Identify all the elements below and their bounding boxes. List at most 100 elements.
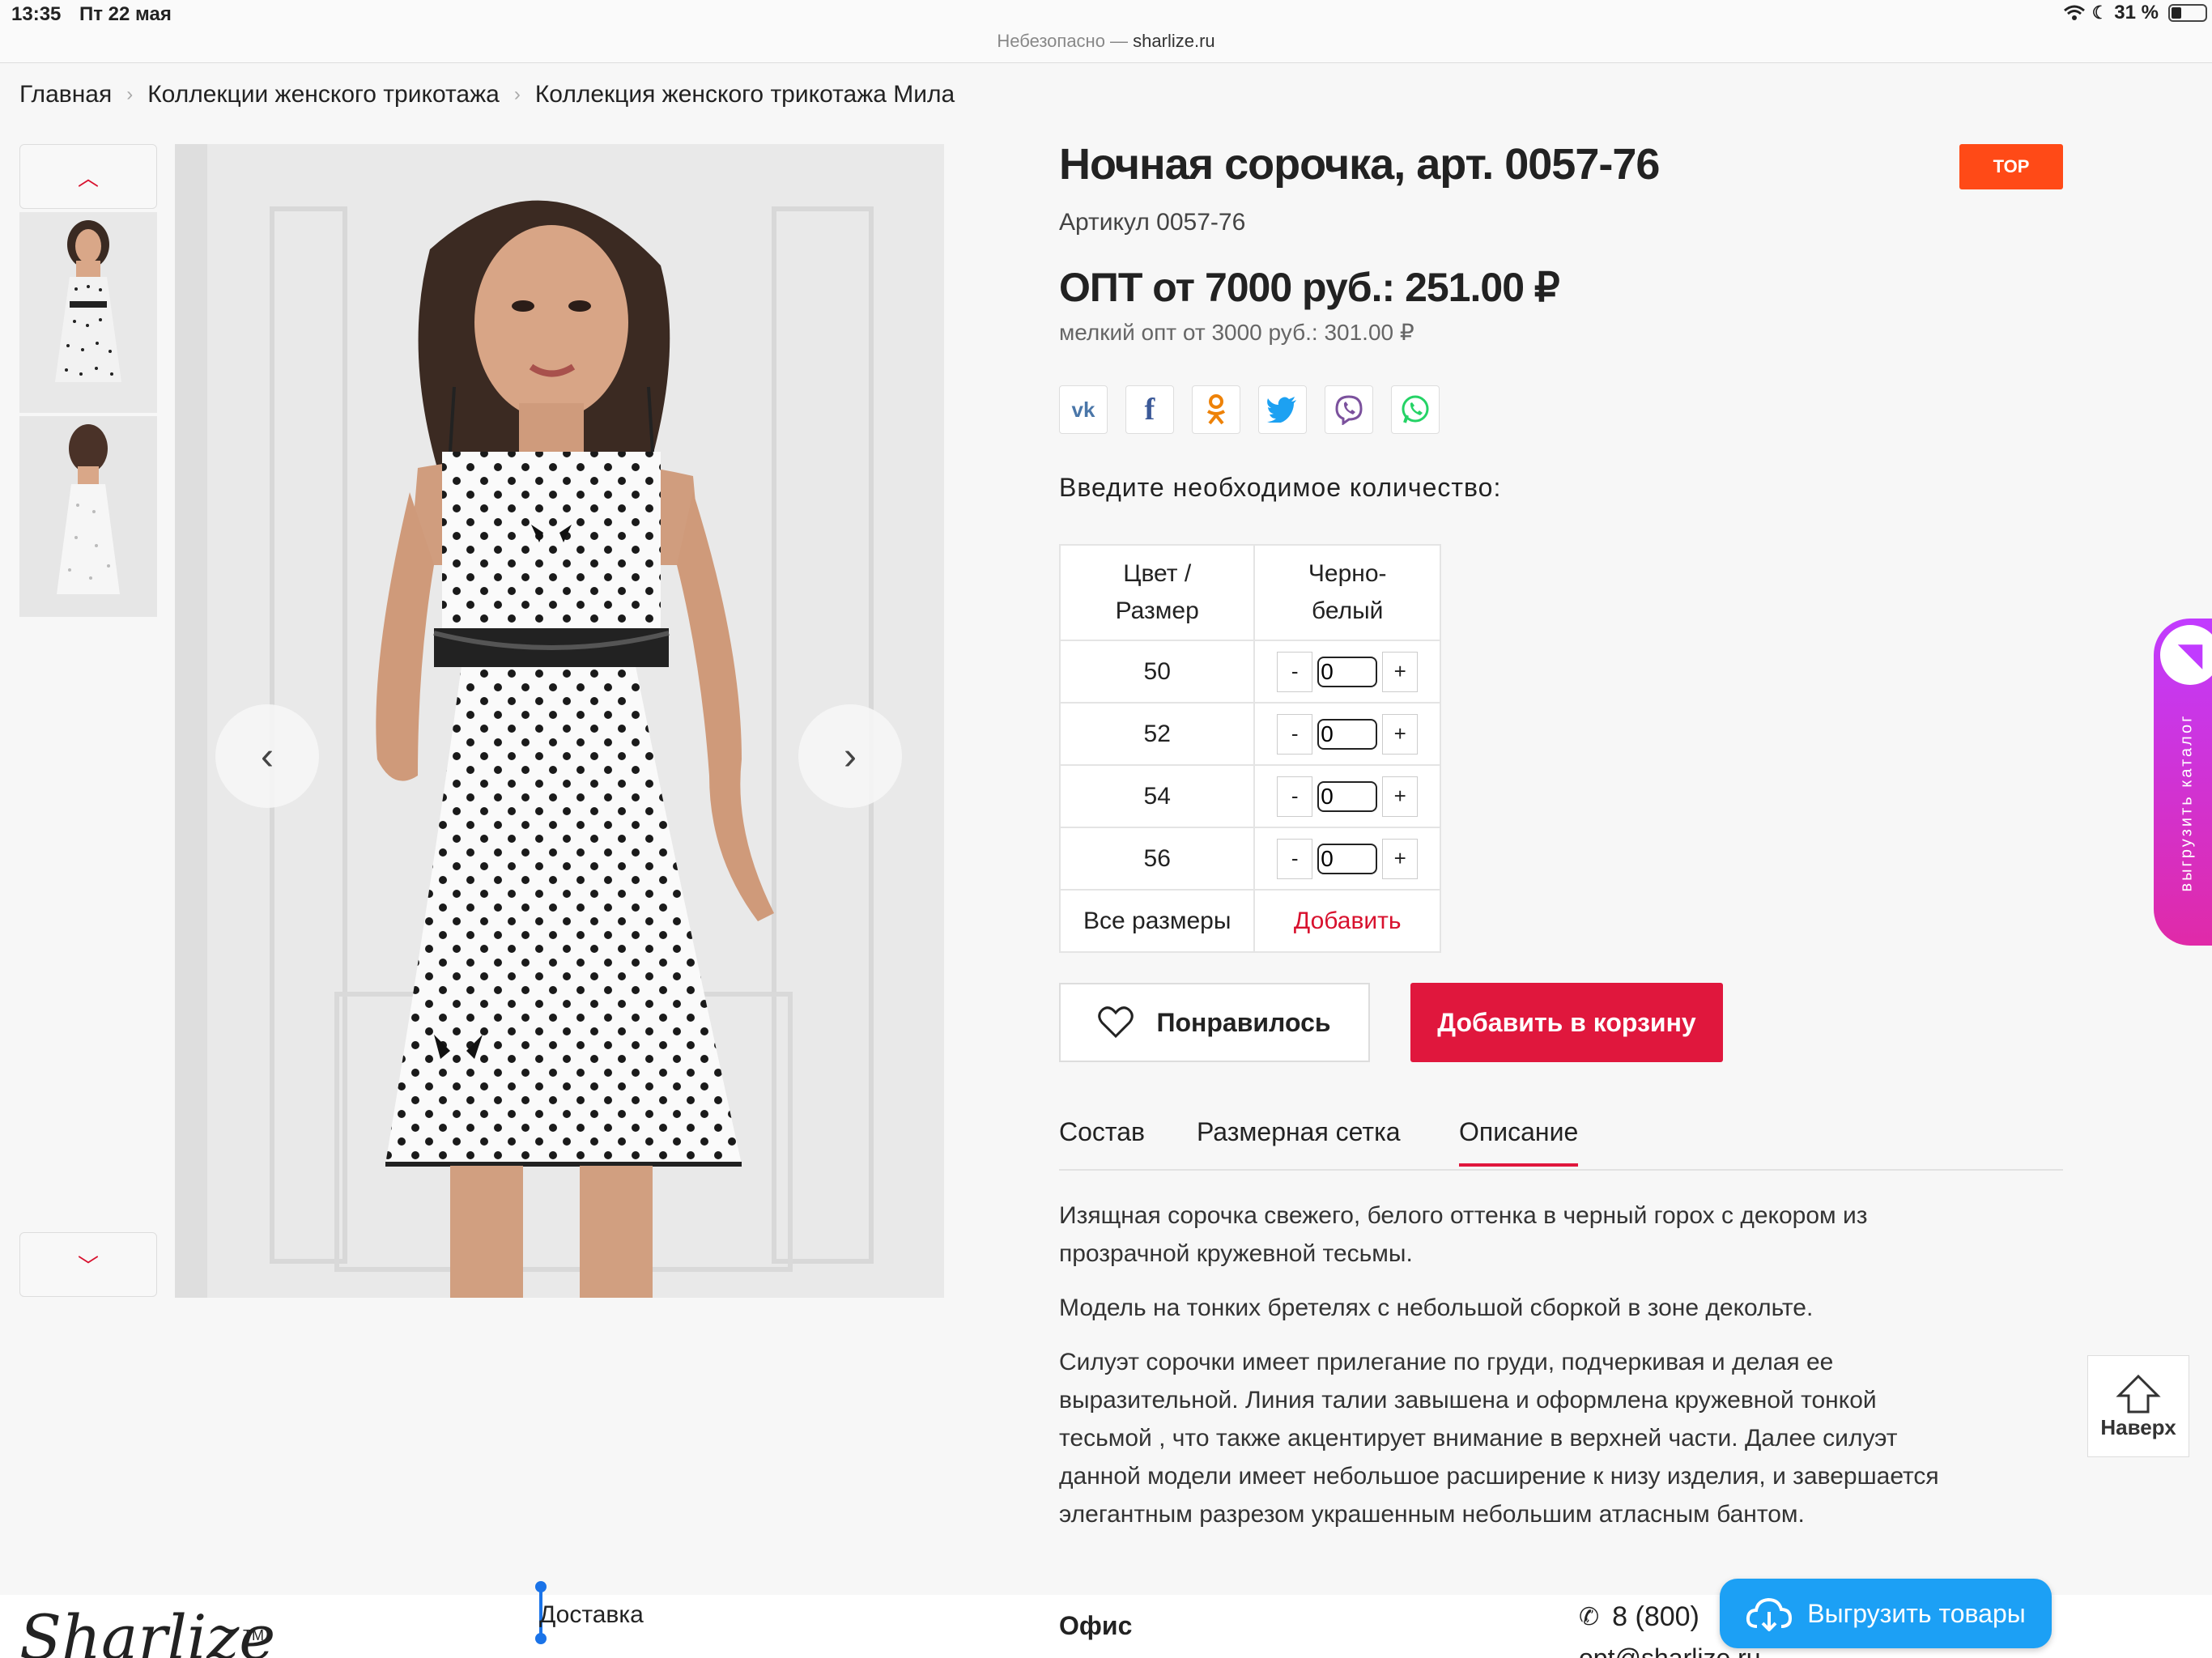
header-color-black-white: Черно-белый [1253, 544, 1441, 641]
thumbnail-back[interactable] [19, 416, 157, 617]
export-products-label: Выгрузить товары [1807, 1598, 2026, 1628]
top-badge: TOP [1959, 144, 2063, 189]
table-row: 56 -+ [1058, 827, 1441, 891]
wifi-icon [2063, 5, 2085, 20]
increment-button[interactable]: + [1382, 713, 1419, 755]
facebook-share-button[interactable]: f [1125, 385, 1174, 434]
thumbnail-front[interactable] [19, 212, 157, 413]
footer-office-heading: Офис [1059, 1611, 1133, 1640]
image-prev-button[interactable]: ‹ [215, 704, 319, 808]
breadcrumb-separator-icon: › [126, 83, 134, 105]
description-paragraph: Изящная сорочка свежего, белого оттенка … [1059, 1202, 1868, 1267]
product-main-image: ‹ › [175, 144, 944, 1298]
battery-percent: 31 % [2114, 2, 2159, 23]
quantity-stepper: -+ [1255, 651, 1440, 692]
quantity-input[interactable] [1317, 718, 1378, 750]
facebook-icon: f [1144, 393, 1155, 427]
site-logo[interactable]: Sharlize [19, 1601, 275, 1658]
quantity-stepper: -+ [1255, 776, 1440, 817]
table-row: 54 -+ [1058, 764, 1441, 828]
status-indicators: ☾ 31 % [2063, 2, 2207, 24]
chevron-up-icon: ︿ [77, 165, 99, 190]
product-description: Изящная сорочка свежего, белого оттенка … [1059, 1197, 1974, 1550]
url-host: sharlize.ru [1133, 31, 1215, 51]
increment-button[interactable]: + [1382, 838, 1419, 879]
decrement-button[interactable]: - [1277, 713, 1313, 755]
twitter-share-button[interactable] [1258, 385, 1307, 434]
add-to-cart-button[interactable]: Добавить в корзину [1410, 983, 1723, 1062]
wholesale-price: ОПТ от 7000 руб.: 251.00 ₽ [1059, 265, 1560, 310]
address-bar[interactable]: Небезопасно — sharlize.ru [0, 31, 2212, 52]
like-button[interactable]: Понравилось [1059, 983, 1370, 1062]
thumbnail-front-image [19, 212, 157, 413]
quantity-input[interactable] [1317, 656, 1378, 687]
footer-delivery-link[interactable]: Доставка [539, 1601, 644, 1629]
thumb-up-button[interactable]: ︿ [19, 144, 157, 209]
scroll-to-top-button[interactable]: Наверх [2087, 1355, 2189, 1457]
tab-size-chart[interactable]: Размерная сетка [1197, 1117, 1401, 1147]
whatsapp-share-button[interactable] [1391, 385, 1440, 434]
size-cell: 54 [1058, 764, 1256, 828]
odnoklassniki-share-button[interactable] [1192, 385, 1240, 434]
quantity-stepper: -+ [1255, 838, 1440, 879]
quantity-input[interactable] [1317, 843, 1378, 874]
viber-share-button[interactable] [1325, 385, 1373, 434]
decrement-button[interactable]: - [1277, 838, 1313, 879]
quantity-stepper: -+ [1255, 713, 1440, 755]
vk-icon: vk [1071, 397, 1095, 422]
header-colorname-2: белый [1312, 597, 1384, 624]
battery-icon [2168, 4, 2207, 22]
whatsapp-icon [1402, 395, 1429, 423]
breadcrumb-home[interactable]: Главная [19, 81, 112, 108]
status-bar: 13:35 Пт 22 мая Небезопасно — sharlize.r… [0, 0, 2212, 63]
breadcrumb-current[interactable]: Коллекция женского трикотажа Мила [535, 81, 955, 108]
quantity-table: Цвет /Размер Черно-белый 50 -+ 52 -+ 54 … [1058, 544, 1441, 953]
table-row: 52 -+ [1058, 702, 1441, 766]
size-cell: 50 [1058, 640, 1256, 704]
tab-description[interactable]: Описание [1459, 1117, 1579, 1167]
image-next-button[interactable]: › [798, 704, 902, 808]
cloud-download-icon [1746, 1597, 1793, 1631]
odnoklassniki-icon [1206, 394, 1226, 425]
like-button-label: Понравилось [1156, 1007, 1331, 1037]
export-products-button[interactable]: Выгрузить товары [1720, 1579, 2052, 1648]
header-color-size: Цвет / Размер [1058, 544, 1256, 641]
decrement-button[interactable]: - [1277, 651, 1313, 692]
increment-button[interactable]: + [1382, 651, 1419, 692]
breadcrumb-collections[interactable]: Коллекции женского трикотажа [147, 81, 500, 108]
thumb-down-button[interactable]: ﹀ [19, 1232, 157, 1297]
house-up-icon [2116, 1374, 2161, 1413]
chevron-right-icon: › [844, 734, 857, 778]
header-colorname-1: Черно- [1308, 560, 1387, 587]
size-cell: 52 [1058, 702, 1256, 766]
all-sizes-label: Все размеры [1058, 889, 1256, 953]
footer-phone[interactable]: ✆ 8 (800) [1579, 1601, 1699, 1633]
small-wholesale-price: мелкий опт от 3000 руб.: 301.00 ₽ [1059, 320, 1414, 345]
chevron-down-icon: ﹀ [77, 1253, 99, 1278]
quantity-table-header: Цвет / Размер Черно-белый [1058, 544, 1441, 641]
chevron-left-icon: ‹ [261, 734, 274, 778]
quantity-input[interactable] [1317, 780, 1378, 812]
status-time: 13:35 [11, 3, 62, 25]
decrement-button[interactable]: - [1277, 776, 1313, 817]
thumbnail-back-image [19, 416, 157, 617]
footer-phone-number: 8 (800) [1612, 1601, 1699, 1632]
product-sku: Артикул 0057-76 [1059, 209, 1246, 236]
increment-button[interactable]: + [1382, 776, 1419, 817]
export-catalog-label: выгрузить каталог [2177, 713, 2196, 892]
header-color-text: Цвет / [1123, 560, 1192, 587]
status-date: Пт 22 мая [79, 3, 172, 25]
twitter-icon [1267, 397, 1296, 423]
vk-share-button[interactable]: vk [1059, 385, 1108, 434]
viber-icon [1335, 395, 1363, 425]
description-paragraph: Силуэт сорочки имеет прилегание по груди… [1059, 1349, 1939, 1528]
tab-composition[interactable]: Состав [1059, 1117, 1145, 1147]
breadcrumb-separator-icon: › [513, 83, 521, 105]
add-all-sizes-link[interactable]: Добавить [1294, 908, 1402, 934]
phone-icon: ✆ [1579, 1604, 1600, 1630]
moon-icon: ☾ [2091, 2, 2108, 23]
table-row-all-sizes: Все размеры Добавить [1058, 889, 1441, 953]
battery-level [2172, 7, 2182, 19]
url-warning: Небезопасно — [997, 31, 1134, 51]
scroll-to-top-label: Наверх [2100, 1414, 2176, 1439]
